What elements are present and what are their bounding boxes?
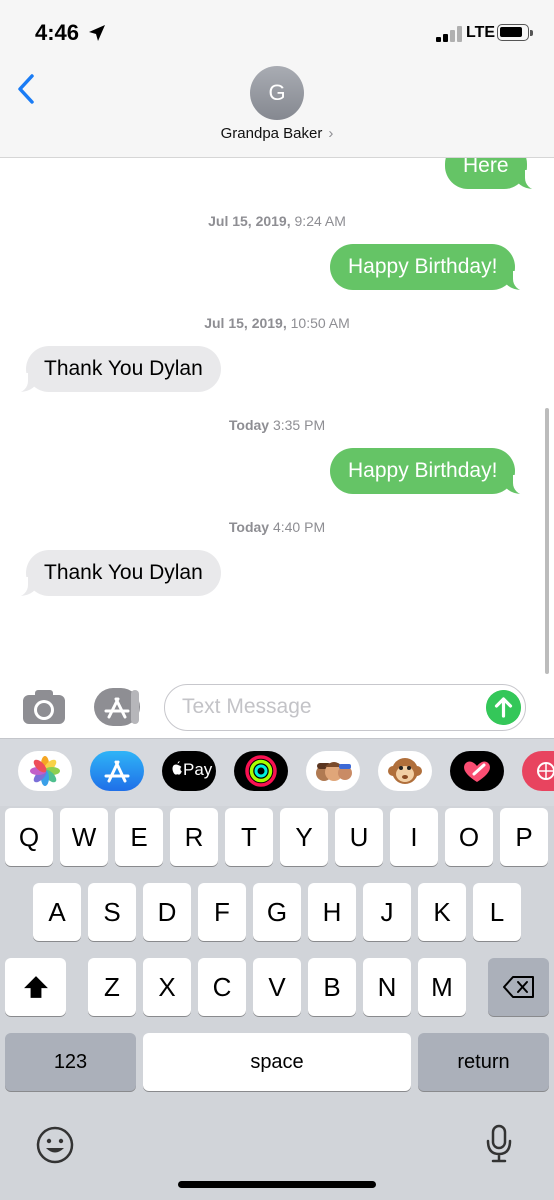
key-a[interactable]: A — [33, 883, 81, 941]
digital-touch-icon[interactable] — [450, 751, 504, 791]
key-m[interactable]: M — [418, 958, 466, 1016]
backspace-icon — [502, 976, 534, 998]
microphone-icon[interactable] — [484, 1124, 514, 1164]
key-h[interactable]: H — [308, 883, 356, 941]
conversation-header: G Grandpa Baker › — [0, 62, 554, 158]
activity-icon[interactable] — [234, 751, 288, 791]
imessage-app-drawer: Pay — [0, 738, 554, 806]
web-images-icon[interactable] — [522, 751, 554, 791]
timestamp-time: 3:35 PM — [272, 417, 326, 433]
send-arrow-icon[interactable] — [486, 690, 521, 725]
location-arrow-icon — [89, 25, 105, 41]
contact-name-button[interactable]: Grandpa Baker › — [0, 125, 554, 142]
chevron-right-icon: › — [328, 125, 334, 142]
message-text: Thank You Dylan — [44, 561, 203, 584]
key-z[interactable]: Z — [88, 958, 136, 1016]
key-c[interactable]: C — [198, 958, 246, 1016]
timestamp-date: Today — [228, 417, 270, 433]
shift-icon — [23, 976, 48, 998]
apple-pay-icon[interactable]: Pay — [162, 751, 216, 791]
return-key[interactable]: return — [418, 1033, 549, 1091]
memoji-icon[interactable] — [306, 751, 360, 791]
app-store-icon[interactable] — [90, 751, 144, 791]
message-text: Happy Birthday! — [348, 255, 498, 278]
sent-message[interactable]: Happy Birthday! — [330, 244, 528, 291]
backspace-key[interactable] — [488, 958, 549, 1016]
timestamp-time: 9:24 AM — [294, 213, 346, 229]
message-input[interactable] — [182, 691, 472, 723]
photos-icon[interactable] — [18, 751, 72, 791]
monkey-animoji-icon[interactable] — [378, 751, 432, 791]
back-chevron-icon[interactable] — [14, 72, 44, 106]
key-n[interactable]: N — [363, 958, 411, 1016]
key-i[interactable]: I — [390, 808, 438, 866]
contact-avatar[interactable]: G — [250, 66, 304, 120]
home-indicator[interactable] — [178, 1181, 376, 1188]
shift-key[interactable] — [5, 958, 66, 1016]
key-j[interactable]: J — [363, 883, 411, 941]
message-input-field[interactable] — [164, 684, 526, 731]
contact-name: Grandpa Baker — [220, 125, 323, 142]
key-r[interactable]: R — [170, 808, 218, 866]
scroll-indicator[interactable] — [545, 408, 549, 674]
timestamp: Jul 15, 2019, 10:50 AM — [0, 315, 554, 331]
message-text: Thank You Dylan — [44, 357, 203, 380]
timestamp: Today 4:40 PM — [0, 519, 554, 535]
key-v[interactable]: V — [253, 958, 301, 1016]
received-message[interactable]: Thank You Dylan — [14, 346, 221, 393]
sent-message[interactable]: Happy Birthday! — [330, 448, 528, 495]
key-f[interactable]: F — [198, 883, 246, 941]
key-b[interactable]: B — [308, 958, 356, 1016]
app-store-icon[interactable] — [93, 687, 141, 727]
timestamp-date: Today — [228, 519, 270, 535]
key-y[interactable]: Y — [280, 808, 328, 866]
network-label: LTE — [466, 24, 496, 41]
numbers-key[interactable]: 123 — [5, 1033, 136, 1091]
key-g[interactable]: G — [253, 883, 301, 941]
apple-pay-label: Pay — [183, 760, 213, 779]
received-message[interactable]: Thank You Dylan — [14, 550, 221, 597]
key-s[interactable]: S — [88, 883, 136, 941]
key-u[interactable]: U — [335, 808, 383, 866]
timestamp-time: 4:40 PM — [272, 519, 326, 535]
key-q[interactable]: Q — [5, 808, 53, 866]
status-bar: 4:46 LTE — [0, 0, 554, 62]
timestamp: Today 3:35 PM — [0, 417, 554, 433]
key-t[interactable]: T — [225, 808, 273, 866]
key-x[interactable]: X — [143, 958, 191, 1016]
timestamp-date: Jul 15, 2019, — [208, 213, 291, 229]
key-o[interactable]: O — [445, 808, 493, 866]
keyboard-area: Pay Q W E R T Y U I O P A S D F G H J K … — [0, 738, 554, 1200]
key-l[interactable]: L — [473, 883, 521, 941]
message-text: Happy Birthday! — [348, 459, 498, 482]
timestamp-date: Jul 15, 2019, — [204, 315, 287, 331]
key-p[interactable]: P — [500, 808, 548, 866]
signal-icon — [436, 26, 462, 42]
status-time: 4:46 — [35, 20, 80, 45]
emoji-icon[interactable] — [35, 1125, 75, 1165]
key-e[interactable]: E — [115, 808, 163, 866]
timestamp: Jul 15, 2019, 9:24 AM — [0, 213, 554, 229]
key-w[interactable]: W — [60, 808, 108, 866]
key-d[interactable]: D — [143, 883, 191, 941]
camera-icon[interactable] — [22, 689, 66, 725]
space-key[interactable]: space — [143, 1033, 411, 1091]
battery-icon — [497, 24, 533, 41]
timestamp-time: 10:50 AM — [290, 315, 350, 331]
key-k[interactable]: K — [418, 883, 466, 941]
